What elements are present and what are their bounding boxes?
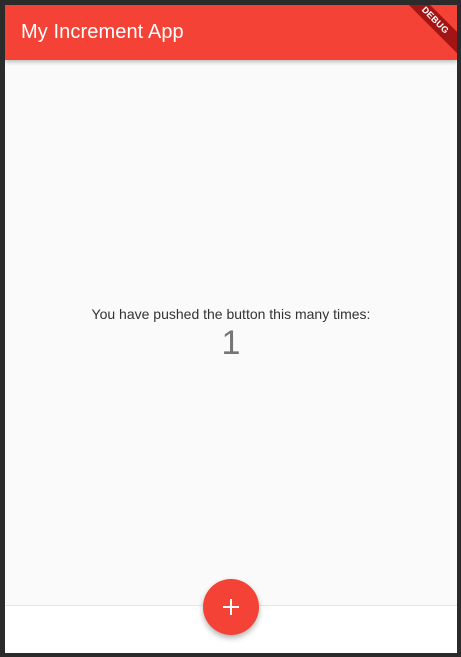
body-content: You have pushed the button this many tim… (5, 60, 457, 605)
app-window: My Increment App DEBUG You have pushed t… (5, 5, 457, 653)
counter-prompt: You have pushed the button this many tim… (91, 306, 371, 322)
add-icon (223, 599, 239, 615)
increment-button[interactable] (203, 579, 259, 635)
counter-value: 1 (221, 324, 241, 362)
app-bar: My Increment App (5, 5, 457, 60)
app-title: My Increment App (21, 21, 184, 43)
